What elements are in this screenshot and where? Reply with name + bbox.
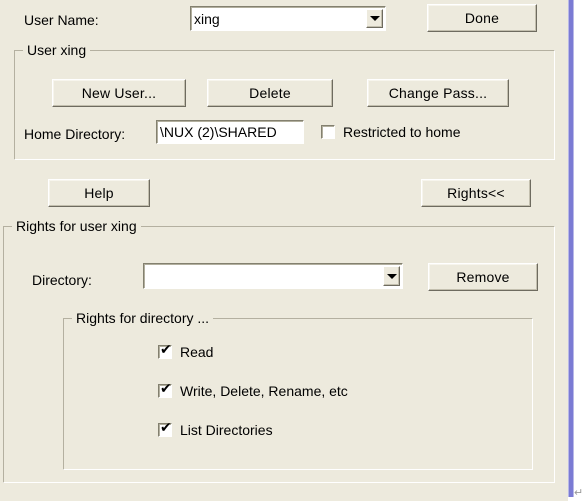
change-password-button[interactable]: Change Pass... [367, 79, 509, 107]
user-name-value: xing [194, 10, 220, 27]
home-directory-label: Home Directory: [24, 126, 126, 142]
checkbox-indicator[interactable]: ✔ [158, 342, 172, 359]
directory-combobox[interactable] [143, 263, 403, 289]
checkmark-icon: ✔ [160, 342, 172, 358]
new-user-button[interactable]: New User... [52, 79, 186, 107]
paragraph-mark-icon: ↵ [574, 487, 584, 499]
done-button[interactable]: Done [427, 4, 537, 32]
user-manager-dialog: User Name: xing Done User xing New User.… [0, 0, 568, 494]
rights-toggle-button[interactable]: Rights<< [421, 179, 531, 207]
restricted-to-home-label: Restricted to home [343, 124, 461, 140]
right-read-checkbox[interactable]: ✔ Read [158, 342, 214, 360]
restricted-to-home-checkbox[interactable]: ✔ Restricted to home [321, 124, 461, 140]
directory-label: Directory: [32, 272, 92, 288]
right-write-label: Write, Delete, Rename, etc [180, 383, 348, 399]
user-group-title: User xing [23, 42, 91, 58]
chevron-down-icon[interactable] [366, 9, 383, 28]
directory-rights-group-title: Rights for directory ... [72, 310, 214, 326]
delete-user-button[interactable]: Delete [207, 79, 333, 107]
home-directory-value: \NUX (2)\SHARED [160, 124, 277, 140]
right-write-checkbox[interactable]: ✔ Write, Delete, Rename, etc [158, 381, 348, 399]
checkmark-icon: ✔ [160, 381, 172, 397]
right-read-label: Read [180, 344, 214, 360]
dialog-right-frame-edge [568, 0, 574, 497]
home-directory-input[interactable]: \NUX (2)\SHARED [156, 120, 304, 144]
right-list-directories-label: List Directories [180, 422, 273, 438]
checkmark-icon: ✔ [160, 420, 172, 436]
user-name-combobox[interactable]: xing [190, 6, 386, 31]
chevron-down-icon[interactable] [383, 266, 400, 286]
checkbox-indicator[interactable]: ✔ [321, 125, 335, 139]
dialog-bottom-strip [0, 487, 568, 501]
right-list-directories-checkbox[interactable]: ✔ List Directories [158, 420, 273, 438]
rights-group-title: Rights for user xing [12, 218, 141, 234]
remove-directory-button[interactable]: Remove [428, 263, 538, 291]
checkbox-indicator[interactable]: ✔ [158, 420, 172, 437]
checkbox-indicator[interactable]: ✔ [158, 381, 172, 398]
help-button[interactable]: Help [48, 179, 150, 207]
user-name-label: User Name: [24, 12, 99, 28]
